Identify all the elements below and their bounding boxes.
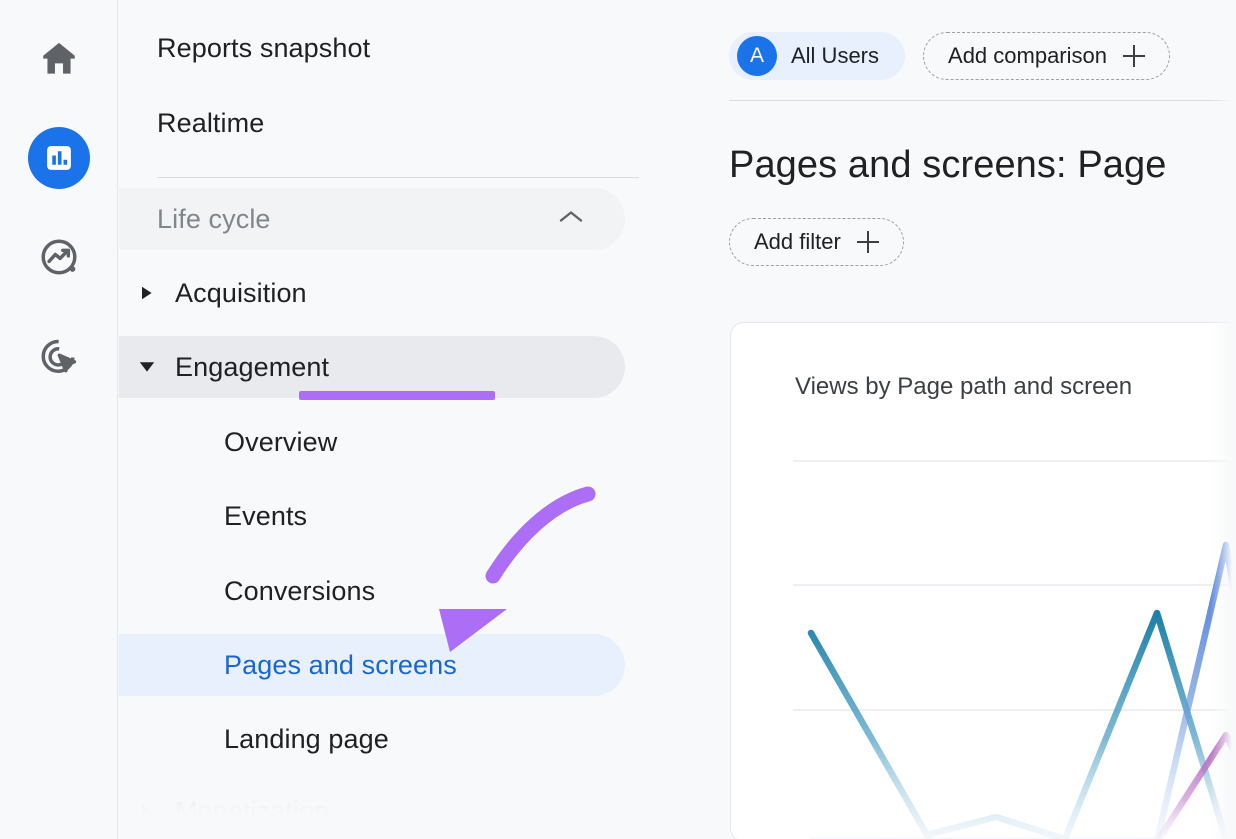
sidebar-item-label: Events	[119, 501, 307, 532]
page-title: Pages and screens: Page	[729, 144, 1166, 187]
advertising-icon	[37, 334, 81, 378]
sidebar-item-label: Pages and screens	[119, 650, 457, 681]
chart-line-series-1	[811, 613, 1236, 839]
triangle-right-icon	[119, 804, 175, 818]
sidebar-group-monetization[interactable]: Monetization	[119, 780, 625, 839]
chart-title: Views by Page path and screen	[795, 373, 1132, 401]
title-right-fade	[1196, 130, 1236, 200]
sidebar-group-label: Engagement	[175, 352, 329, 383]
avatar: A	[737, 36, 777, 76]
add-comparison-label: Add comparison	[948, 43, 1107, 69]
sidebar-item-label: Landing page	[119, 724, 389, 755]
rail-item-advertising[interactable]	[0, 325, 118, 387]
rail-item-reports[interactable]	[0, 127, 118, 189]
segment-chip-label: All Users	[791, 43, 879, 69]
rail-item-home[interactable]	[0, 28, 118, 90]
add-comparison-button[interactable]: Add comparison	[923, 32, 1170, 80]
sidebar-item-realtime[interactable]: Realtime	[119, 92, 625, 154]
sidebar-group-label: Acquisition	[175, 278, 307, 309]
reports-icon	[28, 127, 90, 189]
segment-chip-all-users[interactable]: A All Users	[729, 32, 905, 80]
report-header-controls: A All Users Add comparison	[729, 32, 1170, 80]
sidebar-item-landing-page[interactable]: Landing page	[119, 708, 625, 770]
sidebar-group-acquisition[interactable]: Acquisition	[119, 262, 625, 324]
sidebar-group-engagement[interactable]: Engagement	[119, 336, 625, 398]
views-chart-card: Views by Page path and screen	[730, 322, 1236, 839]
left-icon-rail	[0, 0, 118, 839]
explore-icon	[37, 235, 81, 279]
analytics-app-window: Reports snapshot Realtime Life cycle Acq…	[0, 0, 1236, 839]
sidebar-item-events[interactable]: Events	[119, 485, 625, 547]
sidebar-item-reports-snapshot[interactable]: Reports snapshot	[119, 17, 625, 79]
home-icon	[37, 37, 81, 81]
sidebar-item-label: Overview	[119, 427, 337, 458]
sidebar-item-overview[interactable]: Overview	[119, 411, 625, 473]
filter-row: Add filter	[729, 218, 904, 266]
engagement-underline-annotation	[299, 391, 495, 400]
sidebar-section-label: Life cycle	[119, 204, 271, 235]
rail-item-explore[interactable]	[0, 226, 118, 288]
triangle-right-icon	[119, 286, 175, 300]
plus-icon	[857, 231, 879, 253]
sidebar-item-label: Reports snapshot	[119, 33, 370, 64]
sidebar-item-label: Conversions	[119, 576, 375, 607]
header-divider	[729, 100, 1236, 101]
sidebar-group-label: Monetization	[175, 796, 329, 827]
sidebar-item-conversions[interactable]: Conversions	[119, 560, 625, 622]
chart-line-series-2	[811, 545, 1236, 839]
add-filter-label: Add filter	[754, 229, 841, 255]
main-content: A All Users Add comparison Pages and scr…	[729, 0, 1236, 839]
sidebar-item-pages-and-screens[interactable]: Pages and screens	[119, 634, 625, 696]
sidebar-divider	[157, 177, 639, 178]
add-filter-button[interactable]: Add filter	[729, 218, 904, 266]
views-line-chart[interactable]	[731, 435, 1236, 839]
sidebar-item-label: Realtime	[119, 108, 264, 139]
chevron-up-icon	[557, 208, 585, 231]
sidebar-section-life-cycle[interactable]: Life cycle	[119, 188, 625, 250]
plus-icon	[1123, 45, 1145, 67]
sidebar-nav: Reports snapshot Realtime Life cycle Acq…	[119, 0, 729, 839]
triangle-down-icon	[119, 361, 175, 373]
